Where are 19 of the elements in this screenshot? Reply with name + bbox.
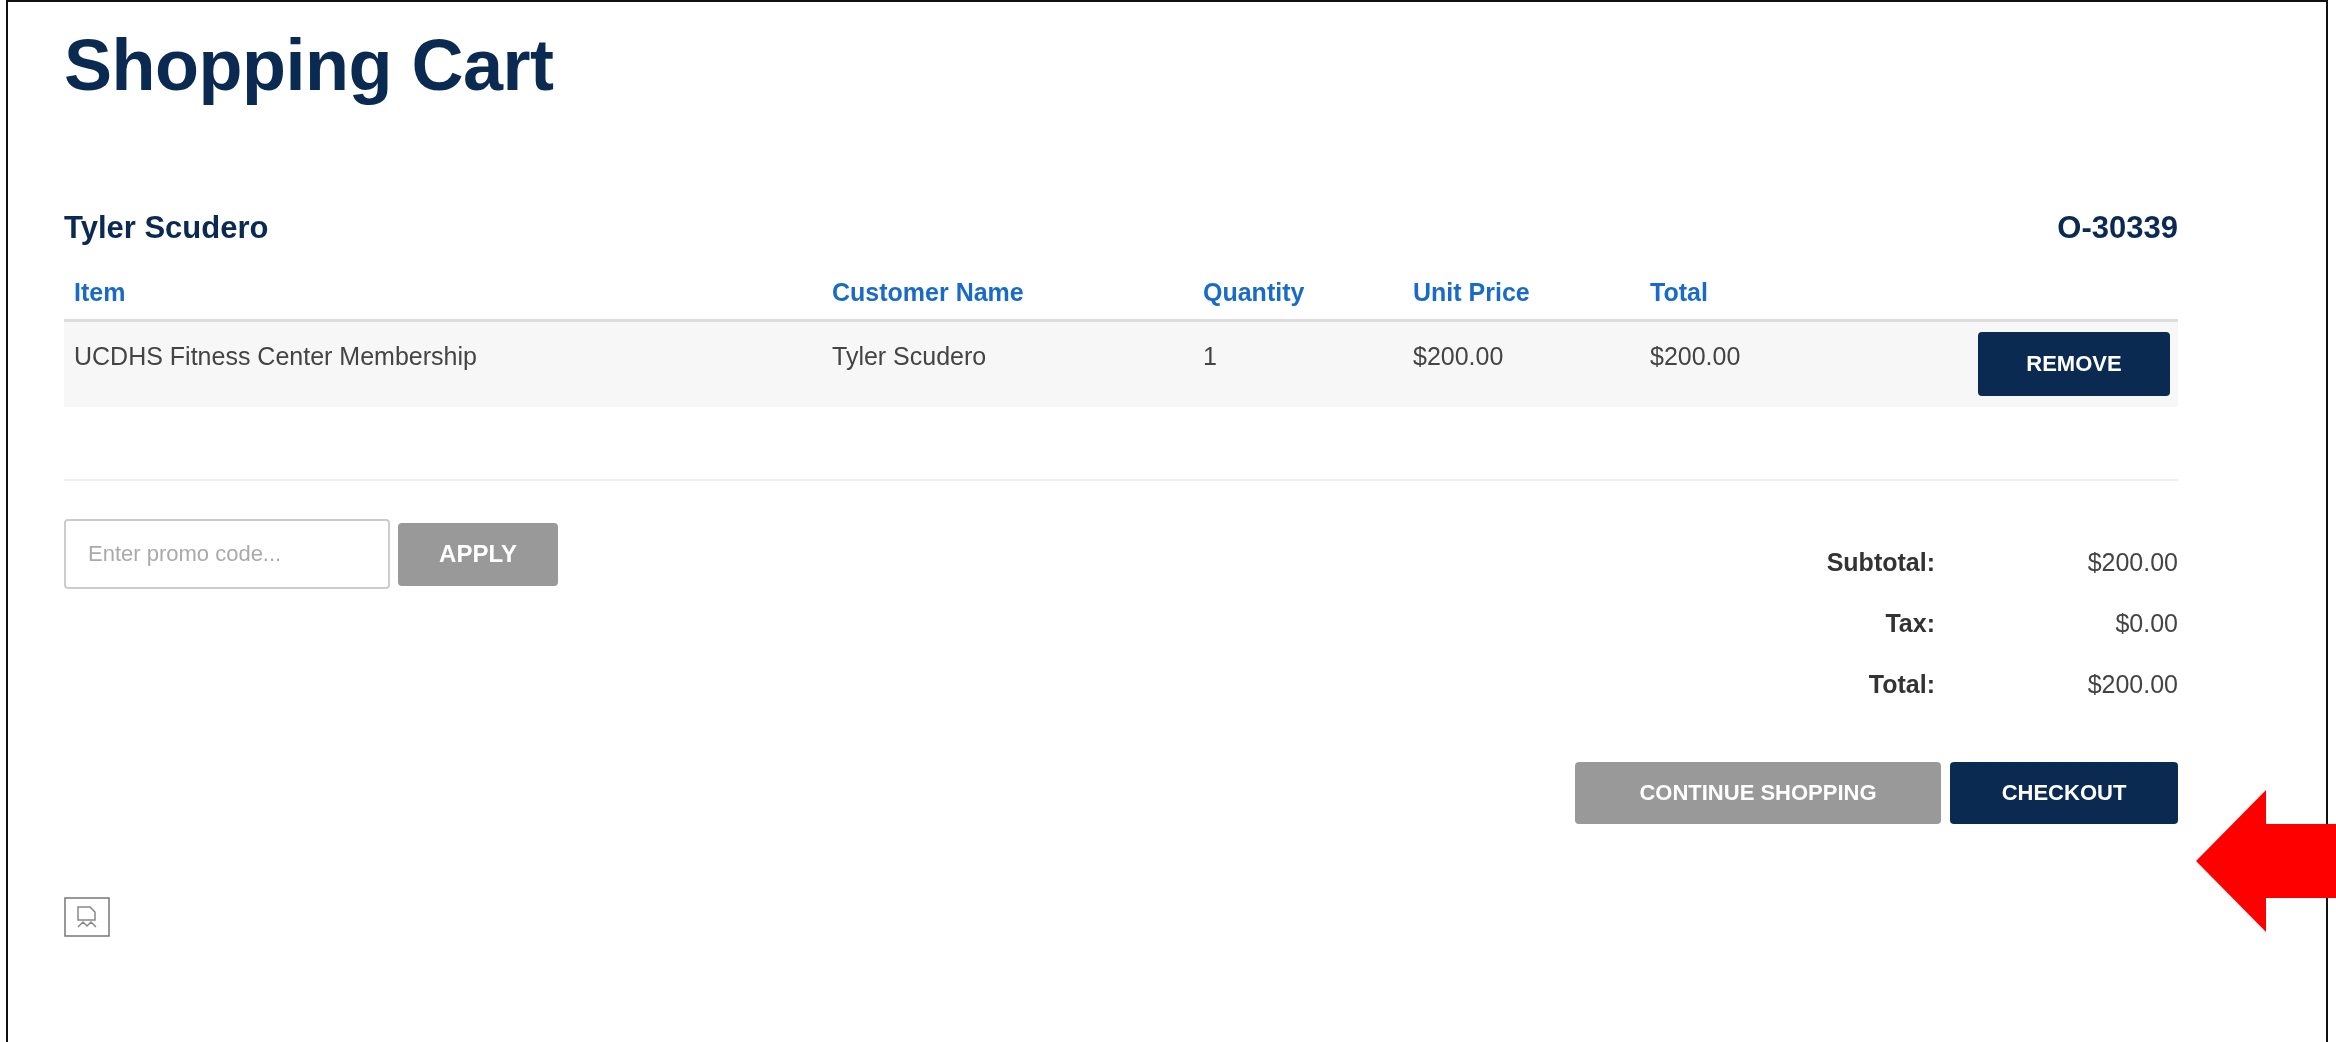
summary-label: Subtotal: xyxy=(1826,547,1935,578)
table-cell: Tyler Scudero xyxy=(822,322,1193,407)
table-cell: UCDHS Fitness Center Membership xyxy=(64,322,822,407)
table-cell: $200.00 xyxy=(1640,322,1978,407)
summary-label: Tax: xyxy=(1884,608,1935,639)
arrow-icon xyxy=(2196,790,2336,932)
summary-value: $0.00 xyxy=(2114,608,2178,639)
table-cell: 1 xyxy=(1193,322,1403,407)
order-number: O-30339 xyxy=(2057,210,2178,246)
summary-value: $200.00 xyxy=(2086,547,2178,578)
remove-button[interactable]: REMOVE xyxy=(1978,332,2170,396)
page-title: Shopping Cart xyxy=(64,24,555,106)
promo-code-field[interactable]: Enter promo code... xyxy=(64,519,390,589)
customer-name: Tyler Scudero xyxy=(64,210,269,246)
checkout-button[interactable]: CHECKOUT xyxy=(1950,762,2178,824)
summary-value: $200.00 xyxy=(2086,669,2178,700)
table-cell: $200.00 xyxy=(1403,322,1640,407)
broken-image-icon xyxy=(64,897,110,937)
summary-label: Total: xyxy=(1867,669,1935,700)
